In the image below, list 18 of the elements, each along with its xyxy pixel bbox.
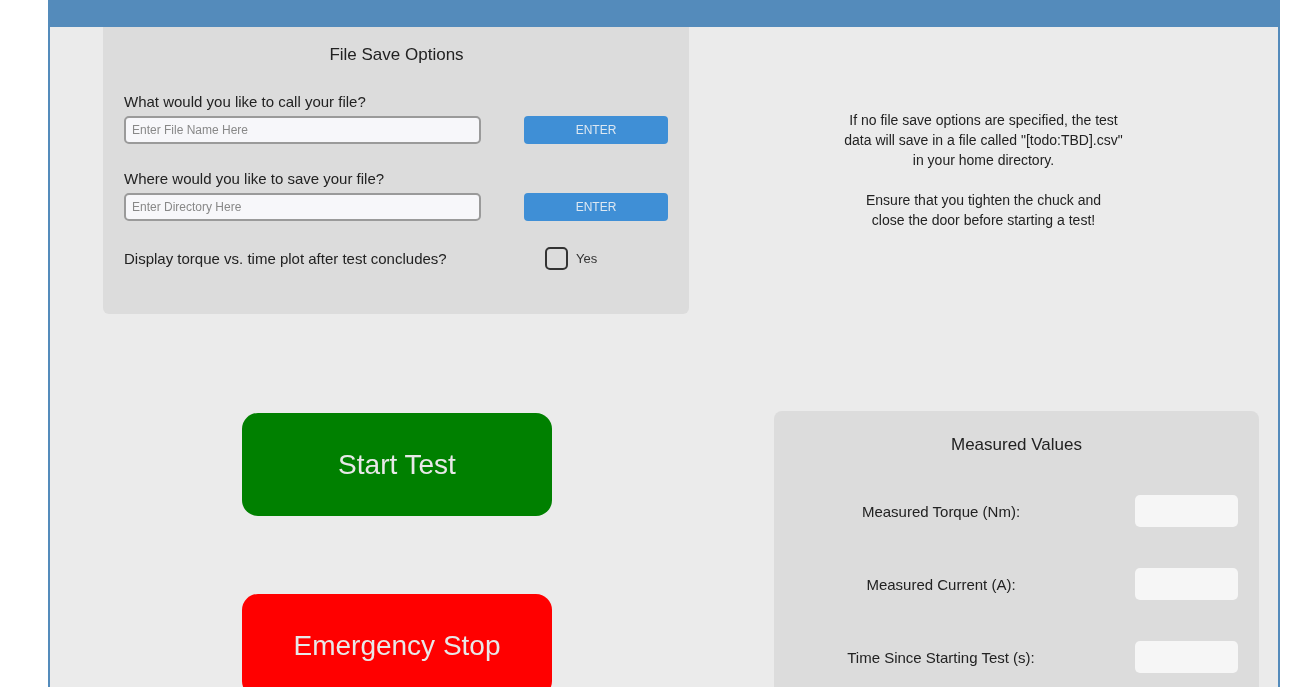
panel-title: Measured Values	[949, 435, 1083, 455]
emergency-stop-button[interactable]: Emergency Stop	[242, 594, 552, 687]
plot-option-label: Display torque vs. time plot after test concludes?	[124, 250, 448, 267]
info-note: If no file save options are specified, the test data will save in a file called "[todo:TBD].csv" in your home directory.	[844, 111, 1123, 170]
info-note: Ensure that you tighten the chuck and close the door before starting a test!	[865, 191, 1101, 230]
input-field[interactable]: Enter Directory Here	[124, 193, 481, 221]
checkbox[interactable]	[545, 247, 568, 270]
enter-button[interactable]: ENTER	[524, 193, 668, 221]
start-test-button[interactable]: Start Test	[242, 413, 552, 516]
enter-button[interactable]: ENTER	[524, 116, 668, 144]
input-field[interactable]: Enter File Name Here	[124, 116, 481, 144]
checkbox-label: Yes	[576, 251, 598, 266]
measurement-label: Measured Current (A):	[865, 575, 1017, 593]
panel-title: File Save Options	[328, 45, 465, 65]
field-label: What would you like to call your file?	[124, 93, 367, 110]
measurement-label: Time Since Starting Test (s):	[846, 648, 1036, 666]
field-label: Where would you like to save your file?	[124, 170, 386, 187]
measurement-label: Measured Torque (Nm):	[860, 502, 1022, 520]
